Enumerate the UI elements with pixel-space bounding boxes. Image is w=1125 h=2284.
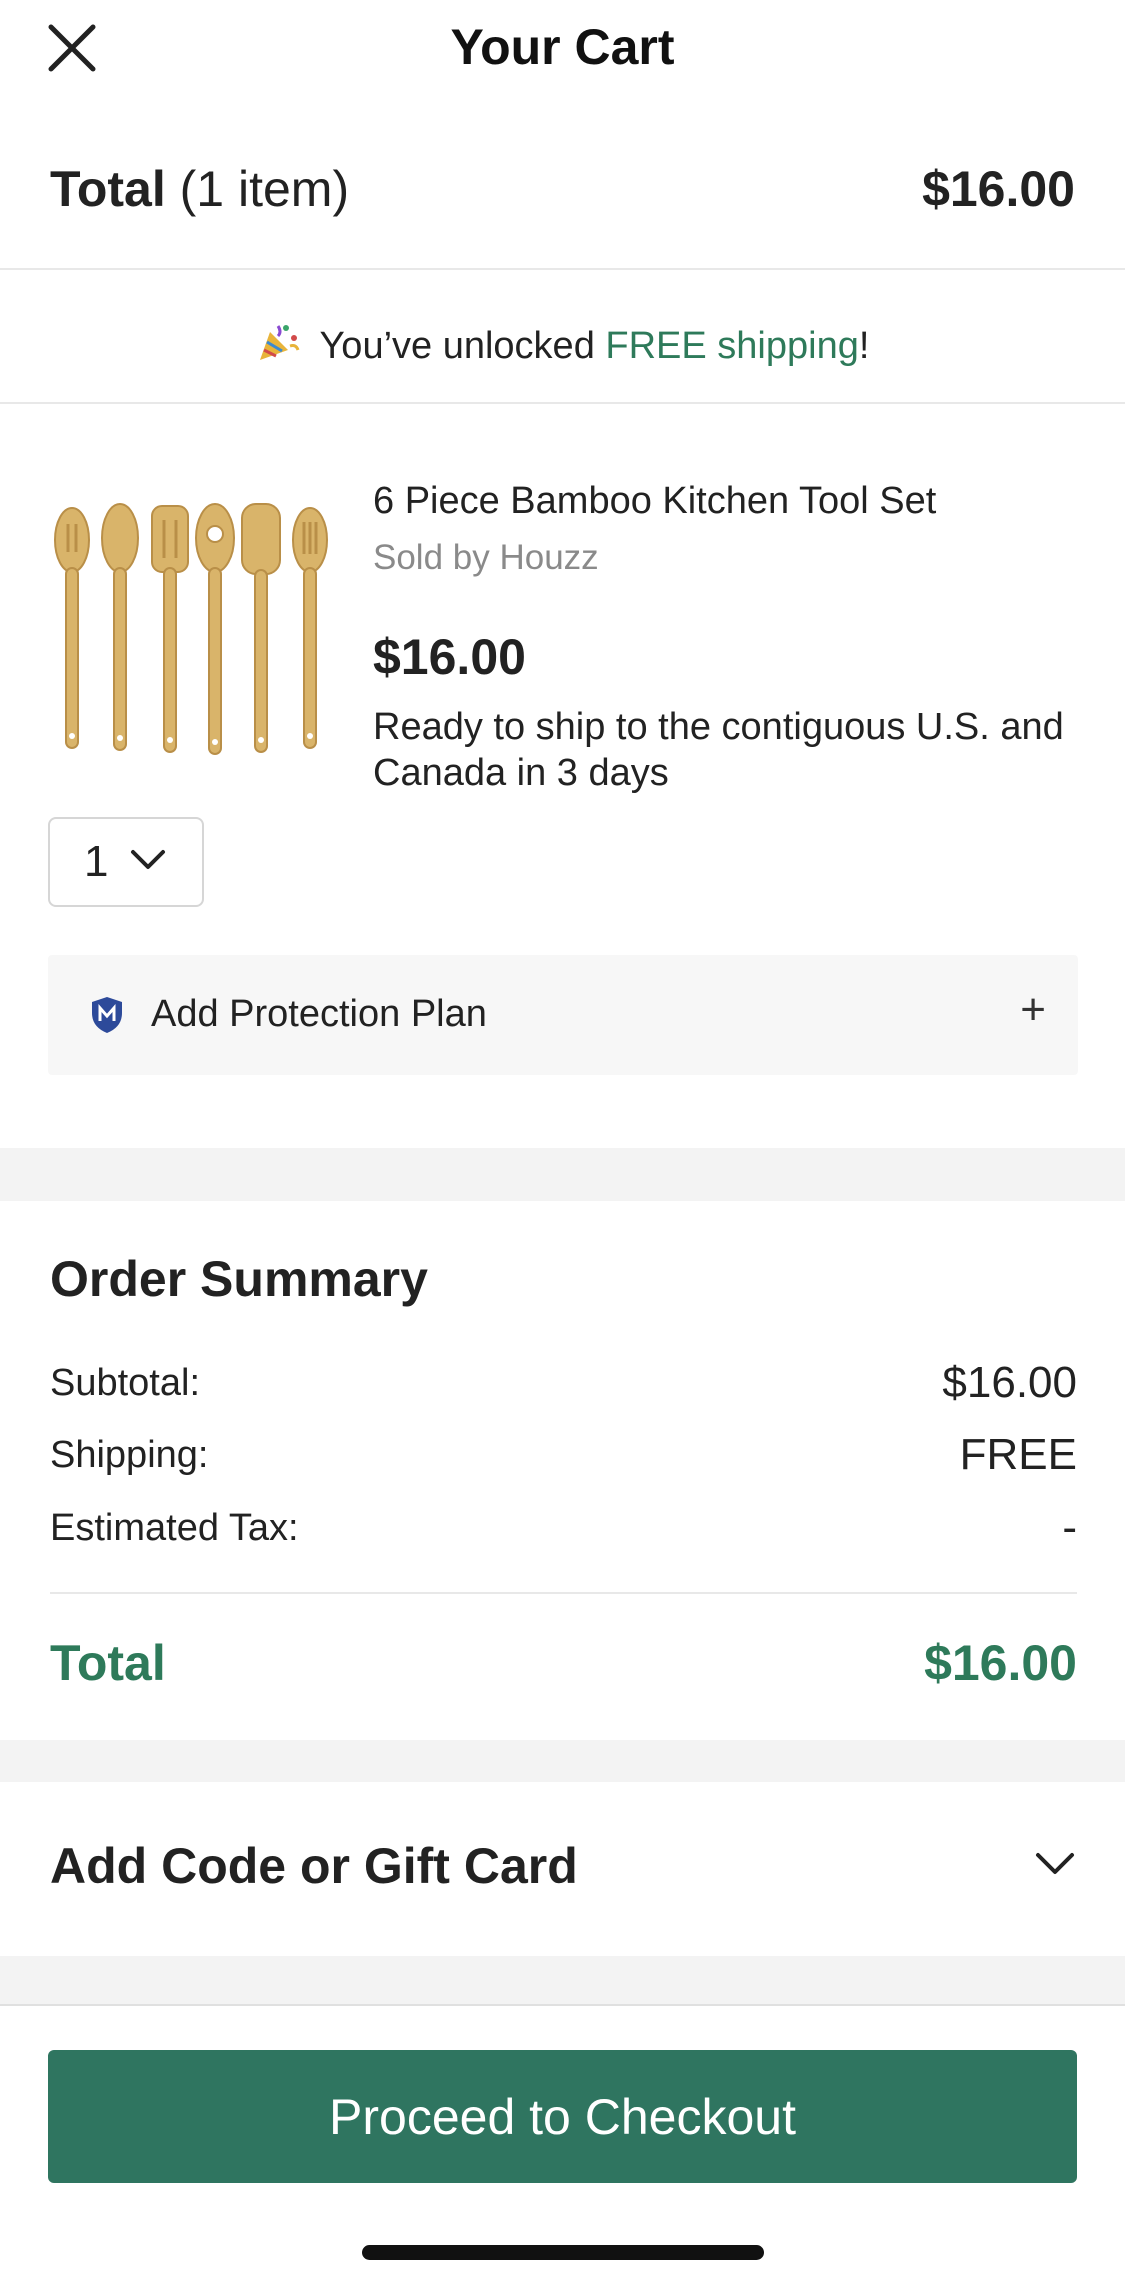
summary-label: Estimated Tax:: [50, 1507, 299, 1549]
summary-label: Shipping:: [50, 1434, 209, 1476]
cart-total-row: Total (1 item) $16.00: [0, 140, 1125, 230]
page-title: Your Cart: [450, 19, 675, 75]
summary-label: Subtotal:: [50, 1362, 200, 1404]
product-name[interactable]: 6 Piece Bamboo Kitchen Tool Set: [373, 480, 936, 523]
plus-icon: +: [1020, 985, 1046, 1034]
free-shipping-banner: You’ve unlocked FREE shipping!: [0, 300, 1125, 390]
section-separator: [0, 1956, 1125, 2004]
proceed-to-checkout-button[interactable]: Proceed to Checkout: [48, 2050, 1077, 2183]
add-code-gift-card-toggle[interactable]: Add Code or Gift Card: [0, 1782, 1125, 1956]
summary-row-shipping: Shipping: FREE: [50, 1430, 1077, 1484]
free-shipping-highlight: FREE shipping: [605, 325, 859, 367]
chevron-down-icon: [131, 850, 165, 869]
order-summary-title: Order Summary: [50, 1251, 428, 1307]
banner-prefix: You’ve unlocked: [319, 325, 606, 367]
summary-row-subtotal: Subtotal: $16.00: [50, 1358, 1077, 1412]
item-count: (1 item): [179, 161, 350, 217]
product-price: $16.00: [373, 629, 526, 685]
quantity-select[interactable]: 1: [48, 817, 204, 907]
section-separator: [0, 1148, 1125, 1201]
product-shipping-note: Ready to ship to the contiguous U.S. and…: [373, 706, 1064, 794]
order-total-value: $16.00: [924, 1635, 1077, 1691]
section-separator: [0, 1740, 1125, 1782]
party-popper-icon: [259, 325, 300, 360]
divider: [50, 1592, 1077, 1594]
cart-total-value: $16.00: [922, 161, 1075, 217]
promo-label: Add Code or Gift Card: [50, 1838, 578, 1894]
summary-row-tax: Estimated Tax: -: [50, 1503, 1077, 1557]
shield-icon: [92, 997, 122, 1033]
product-image[interactable]: [50, 500, 335, 760]
total-label-text: Total: [50, 161, 166, 217]
add-protection-plan-button[interactable]: Add Protection Plan +: [48, 955, 1078, 1075]
chevron-down-icon: [1036, 1853, 1074, 1874]
home-indicator[interactable]: [362, 2245, 764, 2260]
summary-value: $16.00: [942, 1358, 1077, 1407]
divider: [0, 402, 1125, 404]
banner-suffix: !: [858, 325, 870, 367]
order-total-label: Total: [50, 1635, 166, 1691]
product-seller: Sold by Houzz: [373, 538, 599, 577]
summary-value: -: [1062, 1503, 1077, 1552]
cart-total-label: Total (1 item): [50, 160, 349, 218]
protection-plan-label: Add Protection Plan: [151, 993, 487, 1035]
summary-value: FREE: [959, 1430, 1077, 1479]
quantity-value: 1: [84, 837, 109, 886]
header: Your Cart: [0, 0, 1125, 92]
order-total: Total $16.00: [50, 1634, 1077, 1692]
divider: [0, 268, 1125, 270]
